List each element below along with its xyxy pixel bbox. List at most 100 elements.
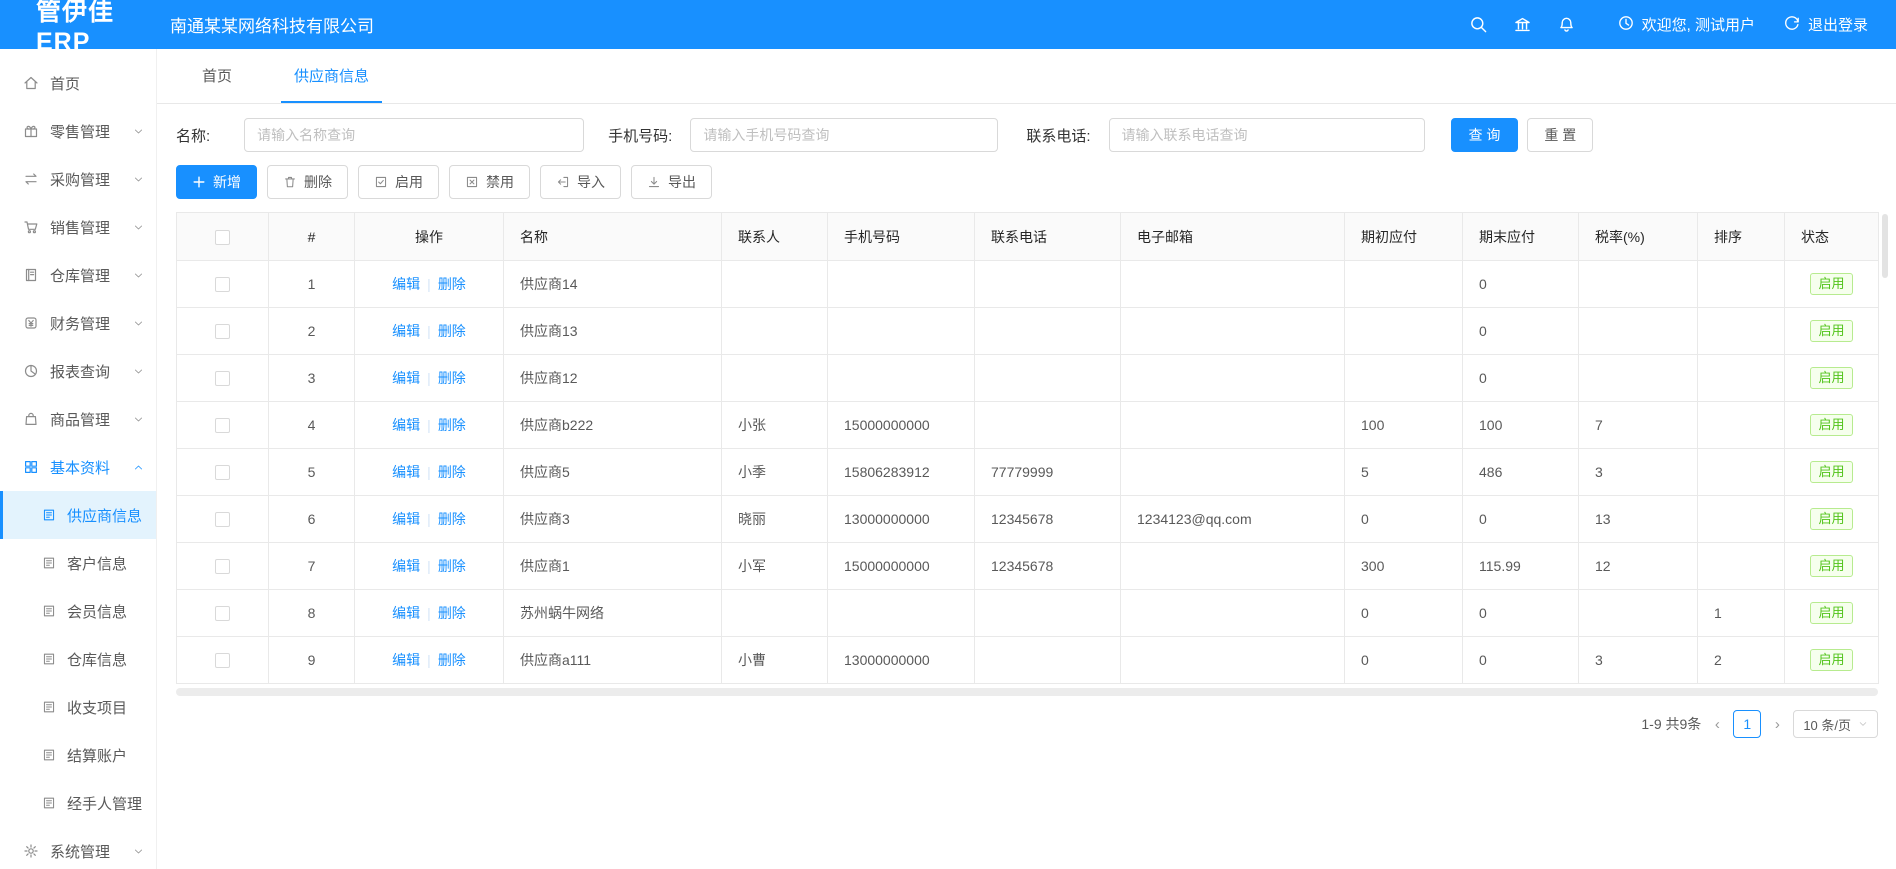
- tab-home[interactable]: 首页: [189, 49, 245, 103]
- sidebar-item-warehouse[interactable]: 仓库管理: [0, 251, 156, 299]
- row-checkbox[interactable]: [215, 465, 230, 480]
- app-logo[interactable]: 管伊佳ERP: [0, 0, 160, 57]
- sidebar-item-label: 销售管理: [50, 217, 110, 238]
- delete-link[interactable]: 删除: [438, 511, 466, 527]
- cell-mobile: 15806283912: [828, 449, 975, 496]
- cell-email: [1121, 261, 1345, 308]
- sidebar-item-system[interactable]: 系统管理: [0, 827, 156, 869]
- cell-opening: [1345, 261, 1463, 308]
- search-icon[interactable]: [1457, 15, 1501, 34]
- bell-icon: [1557, 15, 1576, 34]
- sidebar-item-retail[interactable]: 零售管理: [0, 107, 156, 155]
- delete-link[interactable]: 删除: [438, 417, 466, 433]
- row-checkbox[interactable]: [215, 277, 230, 292]
- prev-page-button[interactable]: ‹: [1710, 716, 1724, 733]
- delete-link[interactable]: 删除: [438, 558, 466, 574]
- cell-status: 启用: [1785, 496, 1879, 543]
- page-size-select[interactable]: 10 条/页: [1793, 710, 1878, 738]
- export-button[interactable]: 导出: [631, 165, 712, 199]
- sidebar-subitem-member-info[interactable]: 会员信息: [0, 587, 156, 635]
- sidebar-subitem-handler-management[interactable]: 经手人管理: [0, 779, 156, 827]
- name-input[interactable]: [244, 118, 584, 152]
- add-button[interactable]: 新增: [176, 165, 257, 199]
- row-checkbox[interactable]: [215, 559, 230, 574]
- supplier-table-wrap: #操作名称联系人手机号码联系电话电子邮箱期初应付期末应付税率(%)排序状态 1编…: [176, 212, 1878, 696]
- cell-mobile: [828, 355, 975, 402]
- edit-link[interactable]: 编辑: [392, 511, 420, 527]
- edit-link[interactable]: 编辑: [392, 276, 420, 292]
- sidebar-subitem-warehouse-info[interactable]: 仓库信息: [0, 635, 156, 683]
- cell-closing: 0: [1463, 496, 1579, 543]
- cell-email: 1234123@qq.com: [1121, 496, 1345, 543]
- edit-link[interactable]: 编辑: [392, 605, 420, 621]
- cell-contact: 小军: [722, 543, 828, 590]
- current-page[interactable]: 1: [1733, 710, 1761, 738]
- query-button[interactable]: 查 询: [1451, 118, 1519, 152]
- phone-input[interactable]: [1109, 118, 1425, 152]
- row-checkbox[interactable]: [215, 512, 230, 527]
- mobile-input[interactable]: [690, 118, 998, 152]
- welcome-text: 欢迎您, 测试用户: [1642, 14, 1755, 35]
- cell-tax: 13: [1579, 496, 1698, 543]
- sidebar-item-purchase[interactable]: 采购管理: [0, 155, 156, 203]
- tab-supplier-info[interactable]: 供应商信息: [281, 49, 382, 103]
- row-checkbox[interactable]: [215, 371, 230, 386]
- sidebar-item-sales[interactable]: 销售管理: [0, 203, 156, 251]
- delete-link[interactable]: 删除: [438, 464, 466, 480]
- sidebar-subitem-customer-info[interactable]: 客户信息: [0, 539, 156, 587]
- table-row: 1编辑|删除供应商140启用: [177, 261, 1879, 308]
- column-header: 状态: [1785, 213, 1879, 261]
- sidebar-subitem-supplier-info[interactable]: 供应商信息: [0, 491, 156, 539]
- reset-button[interactable]: 重 置: [1527, 118, 1593, 152]
- edit-link[interactable]: 编辑: [392, 464, 420, 480]
- row-checkbox[interactable]: [215, 418, 230, 433]
- table-row: 5编辑|删除供应商5小季158062839127777999954863启用: [177, 449, 1879, 496]
- bank-icon[interactable]: [1501, 15, 1545, 34]
- cell-opening: 0: [1345, 637, 1463, 684]
- cell-phone: [975, 355, 1121, 402]
- cell-email: [1121, 449, 1345, 496]
- delete-button[interactable]: 删除: [267, 165, 348, 199]
- logout-button[interactable]: 退出登录: [1783, 14, 1868, 36]
- table-header-row: #操作名称联系人手机号码联系电话电子邮箱期初应付期末应付税率(%)排序状态: [177, 213, 1879, 261]
- sidebar-item-goods[interactable]: 商品管理: [0, 395, 156, 443]
- delete-link[interactable]: 删除: [438, 276, 466, 292]
- delete-link[interactable]: 删除: [438, 605, 466, 621]
- welcome-user[interactable]: 欢迎您, 测试用户: [1617, 14, 1755, 36]
- sidebar-item-home[interactable]: 首页: [0, 59, 156, 107]
- row-checkbox[interactable]: [215, 653, 230, 668]
- sidebar-item-basedata[interactable]: 基本资料: [0, 443, 156, 491]
- sidebar-subitem-label: 收支项目: [67, 697, 127, 718]
- vertical-scrollbar[interactable]: [1882, 214, 1888, 278]
- select-all-checkbox[interactable]: [215, 230, 230, 245]
- horizontal-scrollbar[interactable]: [176, 688, 1878, 696]
- chevron-down-icon: [1858, 719, 1868, 729]
- cell-opening: 0: [1345, 496, 1463, 543]
- chevron-down-icon: [133, 366, 144, 377]
- cell-status: 启用: [1785, 590, 1879, 637]
- row-checkbox[interactable]: [215, 324, 230, 339]
- sidebar-item-finance[interactable]: 财务管理: [0, 299, 156, 347]
- edit-link[interactable]: 编辑: [392, 417, 420, 433]
- search-form: 名称:手机号码:联系电话:查 询重 置: [176, 118, 1878, 152]
- edit-link[interactable]: 编辑: [392, 370, 420, 386]
- sidebar-subitem-income-expense[interactable]: 收支项目: [0, 683, 156, 731]
- bell-icon[interactable]: [1545, 15, 1589, 34]
- cell-index: 5: [269, 449, 355, 496]
- row-checkbox[interactable]: [215, 606, 230, 621]
- delete-link[interactable]: 删除: [438, 652, 466, 668]
- plus-icon: [192, 175, 206, 189]
- delete-link[interactable]: 删除: [438, 370, 466, 386]
- edit-link[interactable]: 编辑: [392, 558, 420, 574]
- column-header: 操作: [355, 213, 504, 261]
- delete-link[interactable]: 删除: [438, 323, 466, 339]
- cell-name: 供应商b222: [504, 402, 722, 449]
- disable-button[interactable]: 禁用: [449, 165, 530, 199]
- edit-link[interactable]: 编辑: [392, 323, 420, 339]
- import-button[interactable]: 导入: [540, 165, 621, 199]
- sidebar-subitem-settlement-account[interactable]: 结算账户: [0, 731, 156, 779]
- next-page-button[interactable]: ›: [1770, 716, 1784, 733]
- sidebar-item-report[interactable]: 报表查询: [0, 347, 156, 395]
- edit-link[interactable]: 编辑: [392, 652, 420, 668]
- enable-button[interactable]: 启用: [358, 165, 439, 199]
